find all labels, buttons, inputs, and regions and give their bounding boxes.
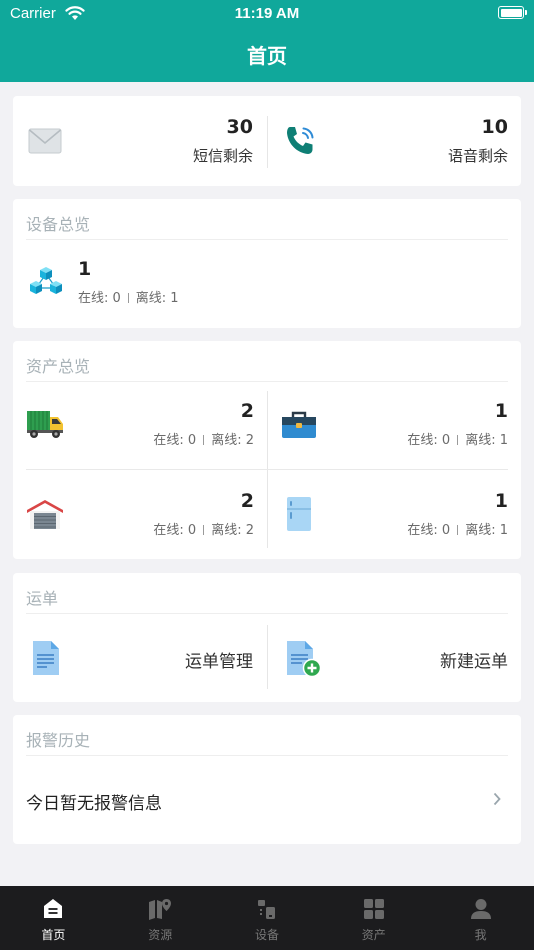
voice-label: 语音剩余	[447, 147, 508, 165]
divider	[26, 239, 508, 240]
map-pin-icon	[149, 899, 172, 920]
asset-count: 1	[494, 490, 508, 512]
asset-status: 在线: 0 离线: 1	[407, 429, 508, 448]
tab-devices[interactable]: 设备	[214, 886, 321, 950]
divider	[26, 613, 508, 614]
asset-status: 在线: 0 离线: 1	[407, 519, 508, 538]
waybill-manage-label: 运单管理	[185, 652, 253, 672]
divider	[26, 469, 508, 470]
asset-status: 在线: 0 离线: 2	[153, 429, 254, 448]
app-header: Carrier 11:19 AM 首页	[0, 0, 534, 82]
clock: 11:19 AM	[234, 5, 300, 22]
battery-icon	[498, 6, 527, 19]
devices-icon	[257, 900, 275, 919]
truck-icon	[27, 411, 63, 438]
phone-icon	[287, 127, 314, 154]
asset-offline: 离线: 1	[465, 433, 508, 448]
device-overview-title: 设备总览	[26, 215, 91, 234]
tab-assets[interactable]: 资产	[320, 886, 427, 950]
device-online: 在线: 0	[78, 291, 121, 306]
asset-offline: 离线: 2	[211, 523, 254, 538]
separator	[127, 293, 129, 303]
divider	[26, 755, 508, 756]
asset-count: 1	[494, 400, 508, 422]
alarm-empty-text: 今日暂无报警信息	[26, 794, 162, 814]
home-icon	[44, 899, 63, 918]
cubes-icon	[30, 267, 62, 294]
tab-label: 设备	[254, 928, 279, 942]
new-document-icon	[287, 641, 322, 678]
voice-count: 10	[481, 116, 508, 138]
divider	[26, 381, 508, 382]
grid-icon	[363, 899, 384, 919]
tab-label: 我	[474, 928, 487, 942]
new-waybill-label: 新建运单	[440, 652, 508, 672]
tab-label: 首页	[41, 928, 66, 942]
tab-home[interactable]: 首页	[0, 886, 107, 950]
divider	[267, 116, 268, 168]
tab-label: 资源	[148, 928, 173, 942]
asset-overview-title: 资产总览	[26, 357, 91, 376]
separator	[203, 435, 205, 445]
device-status: 在线: 0 离线: 1	[78, 287, 179, 306]
asset-online: 在线: 0	[153, 433, 197, 448]
mail-icon	[28, 128, 62, 154]
alarm-history-title: 报警历史	[26, 731, 91, 750]
status-bar: Carrier 11:19 AM	[0, 0, 534, 28]
fridge-icon	[287, 497, 311, 531]
separator	[203, 525, 205, 535]
waybill-title: 运单	[26, 589, 59, 608]
alarm-history-card: 报警历史 今日暂无报警信息	[13, 715, 521, 844]
sms-count: 30	[226, 116, 253, 138]
divider	[267, 625, 268, 689]
chevron-right-icon	[493, 792, 501, 806]
sms-label: 短信剩余	[192, 147, 253, 165]
separator	[457, 525, 459, 535]
warehouse-icon	[27, 500, 63, 529]
device-count: 1	[78, 258, 92, 280]
toolbox-icon	[282, 411, 316, 438]
asset-online: 在线: 0	[407, 433, 451, 448]
message-quota-card: 30 短信剩余 10 语音剩余	[13, 96, 521, 186]
page-title: 首页	[247, 44, 287, 68]
device-offline: 离线: 1	[135, 291, 179, 306]
asset-count: 2	[240, 490, 254, 512]
asset-overview-card: 资产总览 2 在线: 0 离线: 2 1 在线: 0 离线: 1 2 在线: 0…	[13, 341, 521, 559]
tab-bar: 首页 资源 设备 资产 我	[0, 886, 534, 950]
asset-count: 2	[240, 400, 254, 422]
tab-resources[interactable]: 资源	[107, 886, 214, 950]
asset-online: 在线: 0	[407, 523, 451, 538]
tab-me[interactable]: 我	[427, 886, 534, 950]
separator	[457, 435, 459, 445]
asset-status: 在线: 0 离线: 2	[153, 519, 254, 538]
asset-online: 在线: 0	[153, 523, 197, 538]
device-overview-card[interactable]: 设备总览 1 在线: 0 离线: 1	[13, 199, 521, 328]
waybill-card: 运单 运单管理 新建运单	[13, 573, 521, 702]
asset-offline: 离线: 2	[211, 433, 254, 448]
user-icon	[470, 899, 491, 919]
asset-offline: 离线: 1	[465, 523, 508, 538]
tab-label: 资产	[361, 928, 386, 942]
document-icon	[33, 641, 59, 675]
